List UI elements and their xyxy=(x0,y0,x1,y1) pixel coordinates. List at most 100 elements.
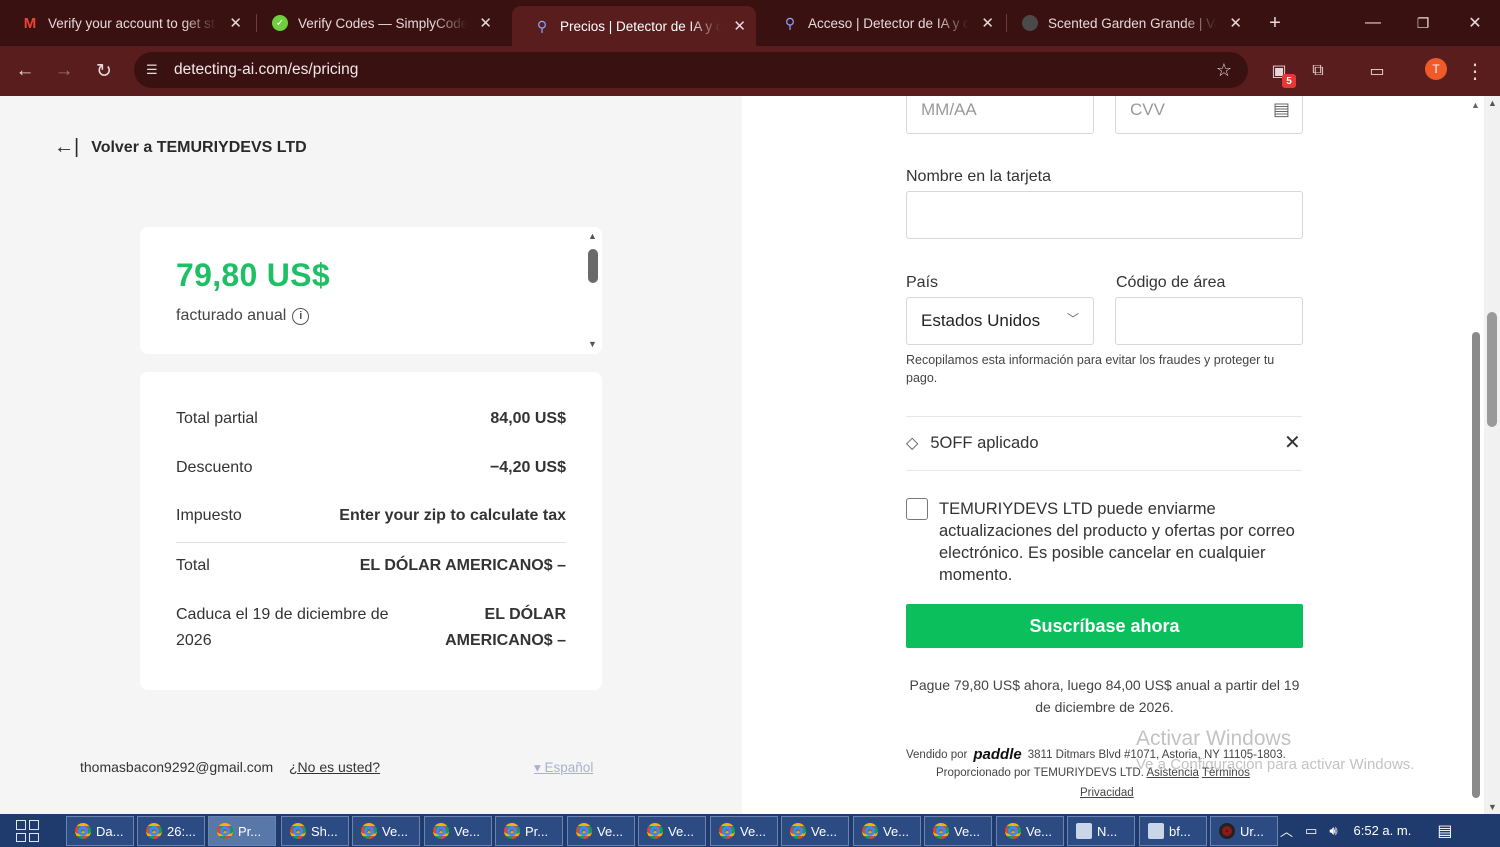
taskbar-item[interactable]: Ve... xyxy=(567,816,635,846)
taskbar-item[interactable]: Ve... xyxy=(853,816,921,846)
volume-icon[interactable]: 🔊︎ xyxy=(1329,823,1337,839)
tag-icon: ◇ xyxy=(906,435,919,452)
page-scrollbar[interactable]: ▲ ▼ xyxy=(1484,96,1500,814)
scroll-thumb[interactable] xyxy=(1487,312,1497,427)
extension-icon[interactable]: ▣ 5 xyxy=(1266,58,1296,88)
scroll-up-arrow-icon[interactable]: ▲ xyxy=(588,231,597,241)
menu-kebab-icon[interactable]: ⋮ xyxy=(1462,58,1488,84)
taskbar-item[interactable]: Ve... xyxy=(710,816,778,846)
taskbar-item-active[interactable]: Pr... xyxy=(208,816,276,846)
taskbar-item[interactable]: Ve... xyxy=(924,816,992,846)
search-magnifier-icon: ⚲ xyxy=(536,17,548,34)
minimize-button[interactable]: — xyxy=(1350,8,1396,38)
cast-icon[interactable]: ▭ xyxy=(1364,58,1390,84)
form-scrollbar[interactable]: ▲ xyxy=(1470,100,1482,812)
extensions-puzzle-icon[interactable]: ⧉ xyxy=(1305,58,1331,84)
taskbar-item[interactable]: Ve... xyxy=(424,816,492,846)
taskbar-item[interactable]: Ur... xyxy=(1210,816,1278,846)
profile-avatar[interactable]: T xyxy=(1425,58,1447,80)
close-tab-icon[interactable]: ✕ xyxy=(1229,14,1242,32)
chrome-icon xyxy=(933,823,949,839)
cvv-input[interactable]: CVV ▤ xyxy=(1115,96,1303,134)
taskbar-item-label: Ve... xyxy=(1026,823,1053,839)
name-label: Nombre en la tarjeta xyxy=(906,168,1051,185)
taskbar-item[interactable]: Ve... xyxy=(638,816,706,846)
tab-title: Verify Codes — SimplyCodes xyxy=(298,15,468,31)
billing-period-label: facturado anual xyxy=(176,307,287,324)
notepad-icon xyxy=(1076,823,1092,839)
tab-simplycodes[interactable]: ✓ Verify Codes — SimplyCodes ✕ xyxy=(250,6,502,40)
chrome-icon xyxy=(1005,823,1021,839)
language-selector[interactable]: ▾ Español xyxy=(534,760,593,776)
taskbar-item[interactable]: Ve... xyxy=(996,816,1064,846)
close-tab-icon[interactable]: ✕ xyxy=(733,17,746,35)
scroll-down-arrow-icon[interactable]: ▼ xyxy=(1488,802,1497,812)
zip-label: Código de área xyxy=(1116,274,1226,291)
new-tab-button[interactable]: + xyxy=(1252,8,1298,38)
close-tab-icon[interactable]: ✕ xyxy=(981,14,994,32)
close-tab-icon[interactable]: ✕ xyxy=(229,14,242,32)
name-on-card-input[interactable] xyxy=(906,191,1303,239)
taskbar-item[interactable]: 26:... xyxy=(137,816,205,846)
tray-chevron-up-icon[interactable]: ︿ xyxy=(1280,821,1293,840)
search-magnifier-icon: ⚲ xyxy=(784,14,796,31)
zip-input[interactable] xyxy=(1115,297,1303,345)
expiry-placeholder: MM/AA xyxy=(921,100,977,119)
country-select[interactable]: Estados Unidos ﹀ xyxy=(906,297,1094,345)
back-to-vendor-link[interactable]: ←| Volver a TEMURIYDEVS LTD xyxy=(54,136,307,159)
restore-button[interactable]: ❐ xyxy=(1400,8,1446,38)
remove-coupon-button[interactable]: ✕ xyxy=(1284,430,1301,455)
scroll-thumb[interactable] xyxy=(588,249,598,283)
taskbar-item[interactable]: Pr... xyxy=(495,816,563,846)
close-tab-icon[interactable]: ✕ xyxy=(479,14,492,32)
reload-button[interactable]: ↻ xyxy=(89,56,119,86)
expiry-input[interactable]: MM/AA xyxy=(906,96,1094,134)
tab-precios-active[interactable]: ⚲ Precios | Detector de IA y con ✕ xyxy=(512,6,756,46)
price-card-scrollbar[interactable]: ▲ ▼ xyxy=(586,231,600,351)
country-label: País xyxy=(906,274,939,291)
fraud-note: Recopilamos esta información para evitar… xyxy=(906,353,1275,385)
scroll-down-arrow-icon[interactable]: ▼ xyxy=(588,339,597,349)
scroll-up-arrow-icon[interactable]: ▲ xyxy=(1488,98,1497,108)
clock[interactable]: 6:52 a. m. xyxy=(1354,823,1412,838)
notifications-icon[interactable]: ▤ xyxy=(1437,821,1452,841)
checkout-page: ←| Volver a TEMURIYDEVS LTD 79,80 US$ fa… xyxy=(0,96,1484,814)
scroll-thumb[interactable] xyxy=(1472,332,1480,798)
address-bar[interactable]: ☰ detecting-ai.com/es/pricing ☆ xyxy=(134,52,1248,88)
tab-title: Scented Garden Grande | Val xyxy=(1048,15,1218,31)
taskbar-item[interactable]: Ve... xyxy=(352,816,420,846)
tab-acceso[interactable]: ⚲ Acceso | Detector de IA y con ✕ xyxy=(760,6,1004,40)
taskbar-item[interactable]: Da... xyxy=(66,816,134,846)
back-button[interactable]: ← xyxy=(10,56,40,86)
taskbar-item-label: Ve... xyxy=(740,823,767,839)
summary-row-subtotal: Total partial 84,00 US$ xyxy=(176,410,566,428)
tab-gmail[interactable]: M Verify your account to get sta ✕ xyxy=(0,6,252,40)
network-icon[interactable]: ▭ xyxy=(1305,823,1317,839)
forward-button[interactable]: → xyxy=(49,56,79,86)
paddle-logo: paddle xyxy=(973,746,1022,763)
taskbar-item[interactable]: bf... xyxy=(1139,816,1207,846)
chrome-icon xyxy=(146,823,162,839)
chrome-icon xyxy=(217,823,233,839)
taskbar-item[interactable]: N... xyxy=(1067,816,1135,846)
bookmark-star-icon[interactable]: ☆ xyxy=(1216,60,1232,81)
taskbar-item-label: Ve... xyxy=(382,823,409,839)
start-button[interactable] xyxy=(16,820,40,842)
marketing-optin-checkbox[interactable] xyxy=(906,498,928,520)
sold-by-label: Vendido por xyxy=(906,748,968,761)
privacy-link[interactable]: Privacidad xyxy=(1080,787,1134,799)
close-window-button[interactable]: ✕ xyxy=(1452,8,1498,38)
scroll-up-arrow-icon[interactable]: ▲ xyxy=(1471,100,1480,110)
subscribe-button[interactable]: Suscríbase ahora xyxy=(906,604,1303,648)
taskbar-item[interactable]: Ve... xyxy=(781,816,849,846)
gmail-icon: M xyxy=(23,14,37,32)
site-settings-icon[interactable]: ☰ xyxy=(146,62,164,78)
taskbar-item[interactable]: Sh... xyxy=(281,816,349,846)
payment-note: Pague 79,80 US$ ahora, luego 84,00 US$ a… xyxy=(909,677,1300,715)
not-you-link[interactable]: ¿No es usted? xyxy=(289,759,380,775)
tab-scented-garden[interactable]: Scented Garden Grande | Val ✕ xyxy=(1000,6,1252,40)
billing-period: facturado anual i xyxy=(176,307,310,325)
summary-row-tax: Impuesto Enter your zip to calculate tax xyxy=(176,507,566,525)
taskbar-item-label: Ve... xyxy=(954,823,981,839)
info-icon[interactable]: i xyxy=(292,307,310,325)
